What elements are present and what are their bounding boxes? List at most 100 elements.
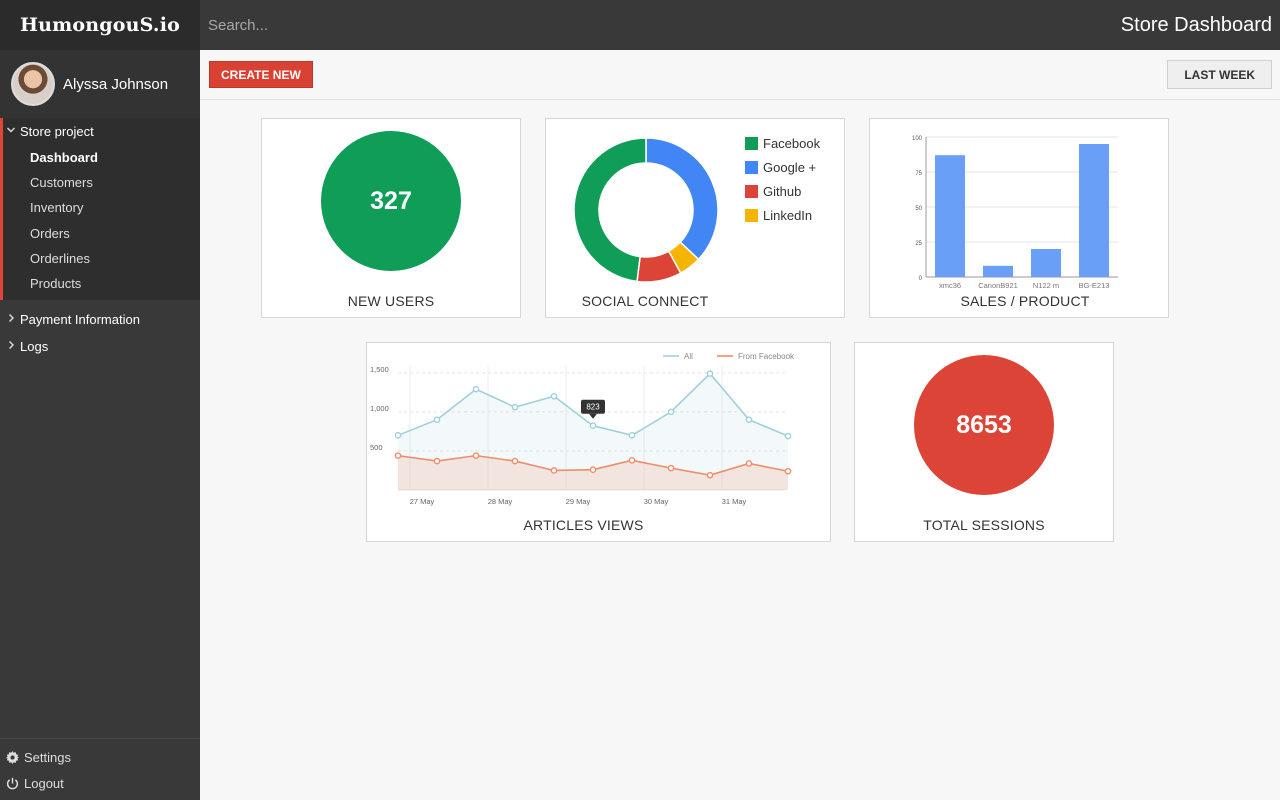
bar-x-tick: BG-E213	[1079, 281, 1110, 290]
legend-label: Github	[763, 183, 802, 199]
articles-views-card: 500 1,000 1,500 27 May 28 May 29 May 30 May 31 …	[366, 342, 831, 542]
line-legend-label: From Facebook	[738, 352, 795, 361]
chevron-right-icon	[6, 340, 17, 353]
line-point-all	[784, 432, 792, 440]
sidebar-item-inventory[interactable]: Inventory	[3, 195, 200, 220]
legend-item-linkedin[interactable]: LinkedIn	[745, 203, 820, 227]
social-legend: Facebook Google + Github LinkedIn	[745, 131, 820, 227]
sidebar-item-customers[interactable]: Customers	[3, 170, 200, 195]
sidebar-item-dashboard[interactable]: Dashboard	[3, 145, 200, 170]
action-toolbar: CREATE NEW LAST WEEK	[200, 50, 1280, 100]
social-donut-chart	[573, 137, 719, 283]
line-point-from-facebook	[511, 457, 519, 465]
line-y-tick: 500	[370, 443, 383, 452]
line-y-tick: 1,000	[370, 404, 389, 413]
nav-logs[interactable]: Logs	[0, 333, 200, 360]
line-point-from-facebook	[745, 460, 753, 467]
bar-y-tick: 50	[915, 206, 922, 212]
legend-swatch	[745, 136, 758, 150]
date-range-button[interactable]: LAST WEEK	[1167, 60, 1272, 89]
nav-group-payment: Payment Information Logs	[0, 306, 200, 360]
bar-y-tick: 25	[915, 241, 922, 247]
sales-product-card: 0 25 50 75 100 xmc36 CanonB921 N122 m BG-E213 SA…	[869, 118, 1169, 318]
legend-item-facebook[interactable]: Facebook	[745, 131, 820, 155]
sidebar-footer: Settings Logout	[0, 738, 200, 800]
line-x-tick: 31 May	[722, 497, 747, 506]
total-sessions-value: 8653	[956, 410, 1012, 439]
nav-store-project-label: Store project	[20, 124, 94, 139]
user-name[interactable]: Alyssa Johnson	[63, 76, 168, 93]
bar-y-tick: 75	[915, 171, 922, 177]
legend-item-google-plus[interactable]: Google +	[745, 155, 820, 179]
donut-slice-facebook	[573, 137, 647, 283]
social-connect-title: SOCIAL CONNECT	[581, 293, 709, 309]
total-sessions-card: 8653 TOTAL SESSIONS	[854, 342, 1114, 542]
line-point-all	[628, 432, 636, 439]
line-point-from-facebook	[667, 464, 675, 472]
line-point-all	[706, 370, 714, 377]
line-point-from-facebook	[550, 467, 558, 474]
line-point-from-facebook	[472, 452, 480, 459]
sidebar-item-products[interactable]: Products	[3, 271, 200, 296]
chevron-right-icon	[6, 313, 17, 326]
gear-icon	[6, 750, 19, 764]
line-legend-label: All	[684, 352, 693, 361]
legend-label: Google +	[763, 159, 817, 175]
bar-x-tick: xmc36	[939, 281, 961, 290]
sidebar-item-orders[interactable]: Orders	[3, 221, 200, 246]
line-point-from-facebook	[394, 452, 402, 459]
line-point-all	[511, 403, 519, 411]
logout-label: Logout	[24, 775, 64, 791]
line-point-all	[433, 416, 441, 423]
power-icon	[6, 777, 19, 789]
line-x-tick: 30 May	[644, 497, 669, 506]
nav-store-project[interactable]: Store project	[3, 118, 200, 145]
legend-swatch	[745, 160, 758, 174]
tooltip-arrow	[589, 413, 597, 419]
top-bar: Store Dashboard	[200, 0, 1280, 50]
nav-payment-label: Payment Information	[20, 312, 140, 328]
total-sessions-circle: 8653	[914, 355, 1054, 495]
bar-x-tick: CanonB921	[978, 281, 1018, 290]
legend-label: LinkedIn	[763, 207, 813, 223]
create-new-button[interactable]: CREATE NEW	[209, 61, 313, 88]
legend-item-github[interactable]: Github	[745, 179, 820, 203]
line-x-tick: 28 May	[488, 497, 513, 506]
sales-product-title: SALES / PRODUCT	[960, 293, 1090, 309]
line-point-from-facebook	[589, 466, 597, 473]
donut-slice-google	[645, 137, 719, 261]
line-point-from-facebook	[706, 471, 714, 479]
bar-bg-e213	[1079, 144, 1109, 277]
total-sessions-title: TOTAL SESSIONS	[923, 517, 1045, 533]
line-point-all	[667, 408, 675, 416]
new-users-circle: 327	[321, 131, 461, 271]
line-point-all	[550, 392, 558, 400]
new-users-title: NEW USERS	[347, 293, 435, 309]
sidebar-nav: Store project Dashboard Customers Invent…	[0, 118, 200, 360]
nav-logs-label: Logs	[20, 339, 49, 355]
articles-views-title: ARTICLES VIEWS	[523, 517, 644, 533]
sidebar-item-orderlines[interactable]: Orderlines	[3, 246, 200, 271]
nav-group-store-project: Store project Dashboard Customers Invent…	[0, 118, 200, 301]
line-x-tick: 27 May	[410, 497, 435, 506]
nav-payment-information[interactable]: Payment Information	[0, 306, 200, 333]
page-title: Store Dashboard	[1120, 13, 1272, 36]
settings-link[interactable]: Settings	[0, 744, 200, 770]
bar-y-tick: 0	[919, 276, 923, 282]
logout-link[interactable]: Logout	[0, 770, 200, 796]
bar-xmc36	[935, 155, 965, 277]
tooltip-label: 823	[586, 403, 600, 412]
settings-label: Settings	[24, 749, 71, 765]
line-point-all	[589, 422, 597, 430]
bar-canonb921	[983, 265, 1013, 277]
line-point-from-facebook	[784, 467, 792, 475]
brand-logo[interactable]: HumongouS.io	[0, 0, 200, 50]
line-point-all	[394, 432, 402, 439]
bar-y-tick: 100	[912, 136, 923, 142]
social-connect-card: Facebook Google + Github LinkedIn SOCIAL…	[545, 118, 845, 318]
sales-bar-chart: 0 25 50 75 100 xmc36 CanonB921 N122 m BG-E213	[912, 136, 1118, 290]
new-users-card: 327 NEW USERS	[261, 118, 521, 318]
avatar[interactable]	[11, 62, 55, 106]
search-input[interactable]	[208, 16, 608, 34]
line-point-all	[472, 385, 480, 393]
